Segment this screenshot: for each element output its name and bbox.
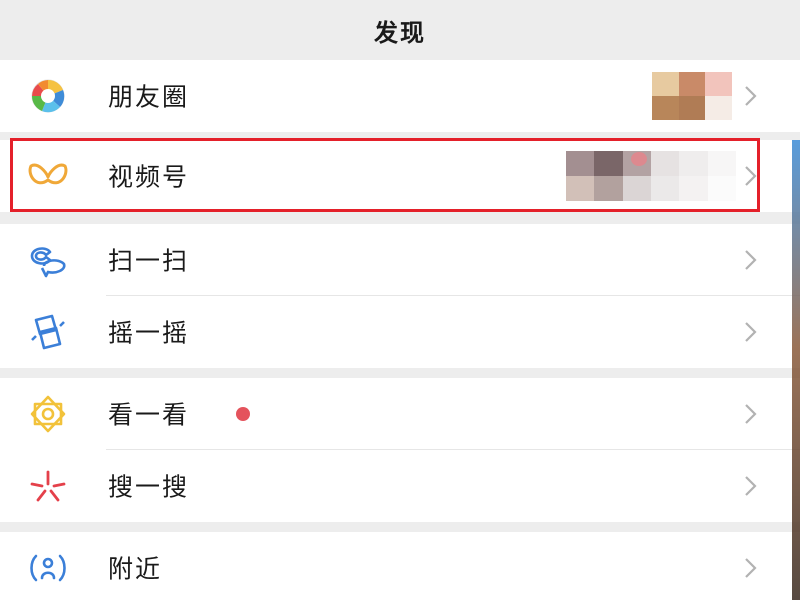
- channels-label: 视频号: [108, 162, 190, 192]
- top-bar: 发现: [0, 0, 800, 60]
- scan-label: 扫一扫: [108, 246, 190, 276]
- channels-preview-thumbnail: [566, 151, 736, 201]
- moments-preview-thumbnail: [652, 72, 732, 120]
- chevron-right-icon: [742, 555, 760, 581]
- background-edge-strip: [792, 140, 800, 600]
- chevron-right-icon: [742, 401, 760, 427]
- group-stories-search: 看一看 搜一搜: [0, 378, 800, 522]
- group-scan-shake: 扫一扫 摇一摇: [0, 224, 800, 368]
- new-content-dot: [631, 152, 647, 166]
- list-item-shake[interactable]: 摇一摇: [0, 296, 800, 368]
- moments-label: 朋友圈: [108, 82, 190, 112]
- top-stories-label: 看一看: [108, 400, 190, 430]
- search-label: 搜一搜: [108, 472, 190, 502]
- nearby-icon: [26, 546, 70, 590]
- nearby-label: 附近: [108, 554, 163, 584]
- shake-label: 摇一摇: [108, 318, 190, 348]
- list-item-search[interactable]: 搜一搜: [0, 450, 800, 522]
- chevron-right-icon: [742, 473, 760, 499]
- group-moments: 朋友圈: [0, 60, 800, 132]
- scan-icon: [26, 238, 70, 282]
- top-stories-icon: [26, 392, 70, 436]
- page-title: 发现: [374, 18, 426, 47]
- list-item-top-stories[interactable]: 看一看: [0, 378, 800, 450]
- group-channels: 视频号: [0, 140, 800, 212]
- chevron-right-icon: [742, 163, 760, 189]
- list-item-moments[interactable]: 朋友圈: [0, 60, 800, 132]
- group-nearby: 附近: [0, 532, 800, 604]
- moments-aperture-icon: [26, 74, 70, 118]
- chevron-right-icon: [742, 319, 760, 345]
- shake-icon: [26, 310, 70, 354]
- list-item-channels[interactable]: 视频号: [0, 140, 800, 212]
- list-item-nearby[interactable]: 附近: [0, 532, 800, 604]
- channels-butterfly-icon: [26, 154, 70, 198]
- notification-dot: [236, 407, 250, 421]
- chevron-right-icon: [742, 83, 760, 109]
- search-spark-icon: [26, 464, 70, 508]
- list-item-scan[interactable]: 扫一扫: [0, 224, 800, 296]
- chevron-right-icon: [742, 247, 760, 273]
